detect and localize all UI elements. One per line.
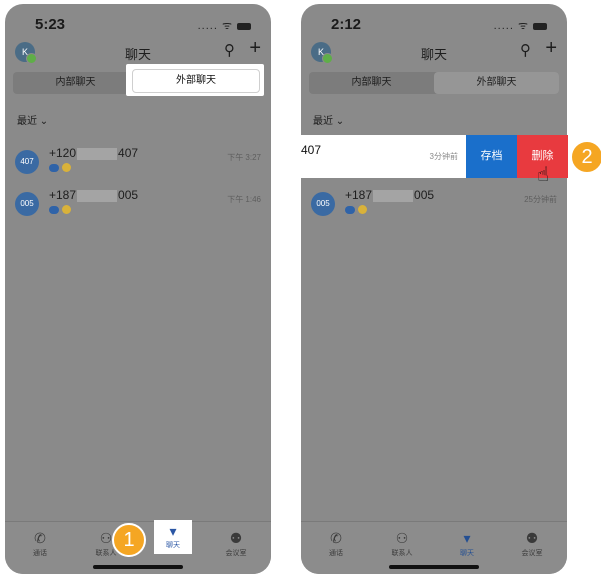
add-icon[interactable]: + — [249, 37, 261, 60]
tab-calls[interactable]: ✆ 通话 — [15, 530, 65, 558]
signal-wifi-icon: ..... ᯤ — [493, 20, 529, 32]
redacted-block — [373, 189, 414, 202]
avatar: 005 — [311, 192, 335, 216]
list-item[interactable]: 005 +187 005 25分钟前 — [301, 184, 567, 226]
phone-icon: ✆ — [330, 530, 342, 546]
list-item[interactable]: 407 +120 407 下午 3:27 — [5, 142, 271, 184]
list-item[interactable]: 005 +187 005 下午 1:46 — [5, 184, 271, 226]
phone-number: +187 005 — [49, 188, 139, 202]
redacted-block — [77, 147, 118, 160]
emoji-icon — [358, 205, 367, 215]
status-icons: ..... ᯤ — [494, 18, 547, 33]
contacts-icon: ⚇ — [395, 530, 409, 546]
tab-chat[interactable]: ▾ 聊天 — [442, 530, 492, 558]
meeting-icon: ⚉ — [229, 530, 243, 546]
search-icon[interactable]: ⚲ — [520, 41, 531, 59]
step-badge-2: 2 — [570, 140, 601, 174]
recent-dropdown[interactable]: 最近 ⌄ — [17, 112, 48, 127]
archive-button[interactable]: 存档 — [466, 135, 517, 178]
status-time: 5:23 — [35, 16, 66, 33]
status-icons: ..... ᯤ — [198, 18, 251, 33]
redacted-block — [77, 189, 118, 202]
tab-external-chat[interactable]: 外部聊天 — [434, 72, 559, 94]
header: K 聊天 ⚲ + — [301, 37, 567, 68]
sms-icon — [345, 205, 355, 214]
timestamp: 25分钟前 — [524, 195, 557, 204]
tab-contacts[interactable]: ⚇ 联系人 — [377, 530, 427, 558]
phone-number: +187 005 — [345, 188, 435, 202]
search-icon[interactable]: ⚲ — [224, 41, 235, 59]
sms-icon — [49, 205, 59, 214]
message-preview — [49, 204, 71, 215]
emoji-icon — [62, 163, 71, 173]
tab-calls[interactable]: ✆ 通话 — [311, 530, 361, 558]
phone-number-fragment: 407 — [301, 143, 322, 157]
home-indicator — [389, 565, 479, 569]
phone-screen-right: 2:12 ..... ᯤ K 聊天 ⚲ + 内部聊天 外部聊天 最近 ⌄ 005… — [301, 4, 567, 574]
tab-external-chat[interactable]: 外部聊天 — [132, 69, 260, 93]
tab-external-chat-highlight: 外部聊天 — [126, 64, 264, 96]
chat-icon: ▾ — [169, 523, 177, 539]
tab-chat[interactable]: ▾ 聊天 — [154, 520, 192, 554]
add-icon[interactable]: + — [545, 37, 557, 60]
tab-internal-chat[interactable]: 内部聊天 — [13, 72, 138, 94]
swiped-conversation-row[interactable]: 407 3分钟前 存档 删除 — [301, 135, 571, 178]
phone-number: +120 407 — [49, 146, 139, 160]
step-badge-1: 1 — [112, 523, 146, 557]
hand-cursor-icon: ☝ — [537, 164, 550, 186]
recent-dropdown[interactable]: 最近 ⌄ — [313, 112, 344, 127]
meeting-icon: ⚉ — [525, 530, 539, 546]
timestamp: 3分钟前 — [429, 152, 458, 161]
phone-icon: ✆ — [34, 530, 46, 546]
avatar: 005 — [15, 192, 39, 216]
tab-meeting[interactable]: ⚉ 会议室 — [507, 530, 557, 558]
home-indicator — [93, 565, 183, 569]
battery-icon — [533, 22, 547, 30]
signal-wifi-icon: ..... ᯤ — [197, 20, 233, 32]
chat-type-segmented-control: 内部聊天 外部聊天 — [309, 72, 559, 94]
status-time: 2:12 — [331, 16, 362, 33]
timestamp: 下午 3:27 — [227, 153, 261, 162]
emoji-icon — [62, 205, 71, 215]
sms-icon — [49, 163, 59, 172]
status-bar: 5:23 ..... ᯤ — [5, 16, 271, 34]
status-bar: 2:12 ..... ᯤ — [301, 16, 567, 34]
chat-icon: ▾ — [463, 530, 471, 546]
timestamp: 下午 1:46 — [227, 195, 261, 204]
message-preview — [49, 162, 71, 173]
tab-meeting[interactable]: ⚉ 会议室 — [211, 530, 261, 558]
tab-internal-chat[interactable]: 内部聊天 — [309, 72, 434, 94]
message-preview — [345, 204, 367, 215]
avatar: 407 — [15, 150, 39, 174]
conversation-content[interactable]: 407 3分钟前 — [301, 135, 466, 178]
battery-icon — [237, 22, 251, 30]
tab-bar: ✆ 通话 ⚇ 联系人 ▾ 聊天 ⚉ 会议室 — [301, 521, 567, 574]
